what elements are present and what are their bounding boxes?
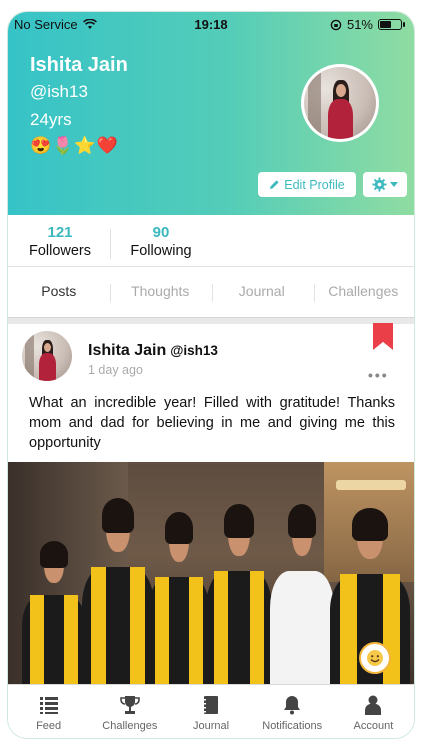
photo-person [82, 498, 154, 694]
bell-icon [284, 696, 301, 715]
tab-separator [212, 284, 213, 302]
photo-person [148, 512, 210, 694]
avatar-photo [22, 331, 72, 381]
photo-person [22, 541, 86, 694]
nav-challenges-label: Challenges [102, 720, 158, 732]
nav-feed-label: Feed [36, 720, 62, 732]
bottom-nav: Feed Challenges Journal Notifications Ac… [8, 684, 414, 738]
post-author-handle: @ish13 [170, 343, 218, 358]
stats-divider [110, 229, 111, 259]
tab-challenges[interactable]: Challenges [313, 268, 415, 317]
tab-posts[interactable]: Posts [8, 268, 110, 317]
profile-age: 24yrs [30, 110, 72, 129]
tab-thoughts[interactable]: Thoughts [110, 268, 212, 317]
chevron-down-icon [390, 181, 398, 187]
battery-percent: 51% [346, 17, 373, 32]
nav-account[interactable]: Account [333, 685, 414, 738]
nav-notifications-label: Notifications [262, 720, 323, 732]
post-author-avatar[interactable] [22, 331, 72, 381]
post-author-name: Ishita Jain [88, 342, 167, 359]
system-status: 51% [330, 17, 405, 32]
nav-journal-label: Journal [192, 720, 230, 732]
post-photo[interactable] [8, 462, 414, 694]
list-icon [39, 697, 58, 714]
edit-profile-button[interactable]: Edit Profile [258, 172, 356, 197]
battery-icon [378, 19, 405, 30]
followers-label: Followers [28, 243, 92, 259]
post-card: Ishita Jain @ish13 1 day ago ••• What an … [8, 323, 414, 706]
orientation-lock-icon [330, 19, 342, 30]
followers-count: 121 [47, 224, 73, 241]
followers-stat[interactable]: 121 Followers [22, 224, 98, 259]
nav-challenges[interactable]: Challenges [89, 685, 170, 738]
pencil-icon [270, 180, 279, 189]
profile-header: No Service 19:18 51% Ishita Jain @ish13 … [8, 12, 414, 215]
post-author[interactable]: Ishita Jain @ish13 [88, 342, 218, 360]
profile-emojis: 😍🌷⭐❤️ [30, 136, 119, 155]
nav-journal[interactable]: Journal [170, 685, 251, 738]
nav-feed[interactable]: Feed [8, 685, 89, 738]
tab-separator [110, 284, 111, 302]
smiley-icon [367, 650, 383, 666]
nav-notifications[interactable]: Notifications [252, 685, 333, 738]
person-icon [365, 695, 382, 715]
trophy-icon [119, 696, 140, 714]
more-options-icon[interactable]: ••• [368, 367, 389, 383]
tab-journal[interactable]: Journal [211, 268, 313, 317]
gear-icon [372, 177, 387, 192]
profile-tabs: Posts Thoughts Journal Challenges [8, 268, 414, 318]
follow-stats: 121 Followers 90 Following [8, 215, 414, 267]
following-count: 90 [152, 224, 170, 241]
photo-person [270, 504, 334, 694]
bookmark-icon[interactable] [373, 323, 393, 350]
profile-name: Ishita Jain [30, 54, 128, 76]
post-text: What an incredible year! Filled with gra… [29, 395, 395, 451]
profile-avatar[interactable] [301, 64, 379, 142]
reaction-button[interactable] [359, 642, 391, 674]
settings-dropdown-button[interactable] [363, 172, 407, 197]
battery-fill [380, 21, 392, 28]
nav-account-label: Account [353, 720, 394, 732]
notebook-icon [203, 696, 218, 714]
tab-separator [314, 284, 315, 302]
following-stat[interactable]: 90 Following [124, 224, 198, 259]
status-bar: No Service 19:18 51% [8, 12, 414, 38]
photo-person [206, 504, 272, 694]
profile-handle: @ish13 [30, 82, 88, 101]
post-timestamp: 1 day ago [88, 363, 143, 377]
following-label: Following [130, 243, 192, 259]
phone-screen: No Service 19:18 51% Ishita Jain @ish13 … [7, 11, 415, 739]
edit-profile-label: Edit Profile [284, 177, 345, 192]
avatar-photo [304, 67, 376, 139]
